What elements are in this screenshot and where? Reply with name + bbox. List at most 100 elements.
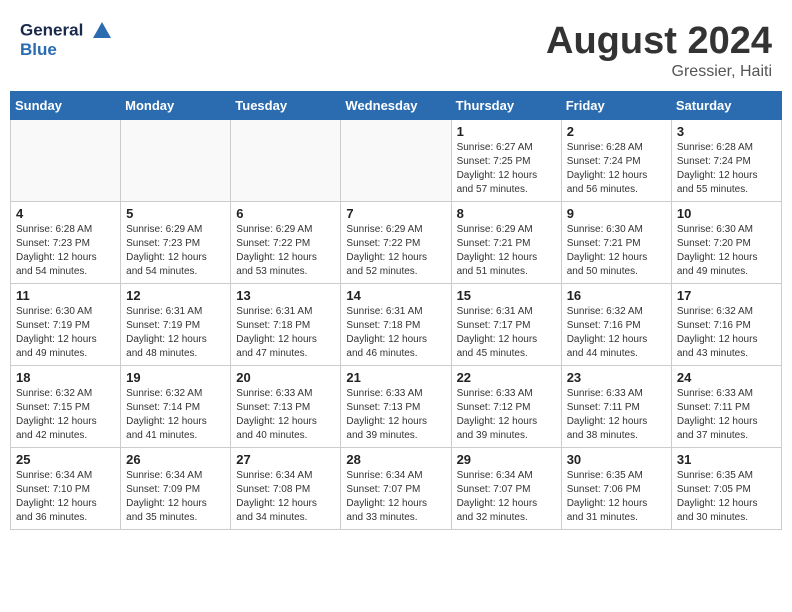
day-of-week-header: Tuesday [231, 92, 341, 120]
day-number: 3 [677, 124, 776, 139]
day-info: Sunrise: 6:32 AM Sunset: 7:16 PM Dayligh… [567, 305, 666, 361]
sunrise-label: Sunrise: 6:31 AM [126, 306, 202, 317]
day-info: Sunrise: 6:28 AM Sunset: 7:24 PM Dayligh… [677, 141, 776, 197]
day-info: Sunrise: 6:35 AM Sunset: 7:05 PM Dayligh… [677, 469, 776, 525]
calendar-cell: 7 Sunrise: 6:29 AM Sunset: 7:22 PM Dayli… [341, 202, 451, 284]
day-info: Sunrise: 6:34 AM Sunset: 7:10 PM Dayligh… [16, 469, 115, 525]
calendar-cell: 6 Sunrise: 6:29 AM Sunset: 7:22 PM Dayli… [231, 202, 341, 284]
day-number: 19 [126, 370, 225, 385]
day-info: Sunrise: 6:31 AM Sunset: 7:19 PM Dayligh… [126, 305, 225, 361]
calendar-cell: 1 Sunrise: 6:27 AM Sunset: 7:25 PM Dayli… [451, 120, 561, 202]
sunset-label: Sunset: 7:10 PM [16, 484, 90, 495]
sunset-label: Sunset: 7:14 PM [126, 402, 200, 413]
day-info: Sunrise: 6:31 AM Sunset: 7:18 PM Dayligh… [346, 305, 445, 361]
day-number: 17 [677, 288, 776, 303]
day-of-week-header: Friday [561, 92, 671, 120]
day-info: Sunrise: 6:34 AM Sunset: 7:08 PM Dayligh… [236, 469, 335, 525]
day-number: 23 [567, 370, 666, 385]
day-info: Sunrise: 6:27 AM Sunset: 7:25 PM Dayligh… [457, 141, 556, 197]
sunset-label: Sunset: 7:18 PM [236, 320, 310, 331]
sunset-label: Sunset: 7:21 PM [567, 238, 641, 249]
day-of-week-header: Sunday [11, 92, 121, 120]
sunrise-label: Sunrise: 6:33 AM [567, 388, 643, 399]
daylight-label: Daylight: 12 hours and 35 minutes. [126, 498, 207, 523]
calendar-cell: 14 Sunrise: 6:31 AM Sunset: 7:18 PM Dayl… [341, 284, 451, 366]
day-number: 8 [457, 206, 556, 221]
daylight-label: Daylight: 12 hours and 57 minutes. [457, 170, 538, 195]
daylight-label: Daylight: 12 hours and 39 minutes. [457, 416, 538, 441]
daylight-label: Daylight: 12 hours and 32 minutes. [457, 498, 538, 523]
calendar-cell: 24 Sunrise: 6:33 AM Sunset: 7:11 PM Dayl… [671, 366, 781, 448]
daylight-label: Daylight: 12 hours and 49 minutes. [677, 252, 758, 277]
sunrise-label: Sunrise: 6:32 AM [567, 306, 643, 317]
sunrise-label: Sunrise: 6:35 AM [677, 470, 753, 481]
title-area: August 2024 Gressier, Haiti [546, 20, 772, 81]
daylight-label: Daylight: 12 hours and 53 minutes. [236, 252, 317, 277]
calendar-cell: 27 Sunrise: 6:34 AM Sunset: 7:08 PM Dayl… [231, 448, 341, 530]
day-info: Sunrise: 6:30 AM Sunset: 7:20 PM Dayligh… [677, 223, 776, 279]
logo: General Blue [20, 20, 113, 60]
sunset-label: Sunset: 7:22 PM [346, 238, 420, 249]
daylight-label: Daylight: 12 hours and 30 minutes. [677, 498, 758, 523]
day-info: Sunrise: 6:33 AM Sunset: 7:13 PM Dayligh… [346, 387, 445, 443]
calendar-week-row: 4 Sunrise: 6:28 AM Sunset: 7:23 PM Dayli… [11, 202, 782, 284]
sunset-label: Sunset: 7:17 PM [457, 320, 531, 331]
day-number: 16 [567, 288, 666, 303]
day-number: 6 [236, 206, 335, 221]
daylight-label: Daylight: 12 hours and 41 minutes. [126, 416, 207, 441]
day-number: 29 [457, 452, 556, 467]
sunset-label: Sunset: 7:18 PM [346, 320, 420, 331]
daylight-label: Daylight: 12 hours and 44 minutes. [567, 334, 648, 359]
daylight-label: Daylight: 12 hours and 42 minutes. [16, 416, 97, 441]
calendar-cell: 28 Sunrise: 6:34 AM Sunset: 7:07 PM Dayl… [341, 448, 451, 530]
day-info: Sunrise: 6:30 AM Sunset: 7:21 PM Dayligh… [567, 223, 666, 279]
sunrise-label: Sunrise: 6:32 AM [16, 388, 92, 399]
sunset-label: Sunset: 7:07 PM [457, 484, 531, 495]
sunrise-label: Sunrise: 6:31 AM [346, 306, 422, 317]
sunrise-label: Sunrise: 6:31 AM [457, 306, 533, 317]
day-number: 15 [457, 288, 556, 303]
day-info: Sunrise: 6:34 AM Sunset: 7:07 PM Dayligh… [457, 469, 556, 525]
sunrise-label: Sunrise: 6:34 AM [126, 470, 202, 481]
sunrise-label: Sunrise: 6:29 AM [236, 224, 312, 235]
calendar-cell: 16 Sunrise: 6:32 AM Sunset: 7:16 PM Dayl… [561, 284, 671, 366]
sunset-label: Sunset: 7:16 PM [567, 320, 641, 331]
calendar-cell: 17 Sunrise: 6:32 AM Sunset: 7:16 PM Dayl… [671, 284, 781, 366]
sunrise-label: Sunrise: 6:30 AM [677, 224, 753, 235]
sunset-label: Sunset: 7:23 PM [126, 238, 200, 249]
calendar-week-row: 25 Sunrise: 6:34 AM Sunset: 7:10 PM Dayl… [11, 448, 782, 530]
calendar-cell: 3 Sunrise: 6:28 AM Sunset: 7:24 PM Dayli… [671, 120, 781, 202]
calendar-cell: 9 Sunrise: 6:30 AM Sunset: 7:21 PM Dayli… [561, 202, 671, 284]
daylight-label: Daylight: 12 hours and 55 minutes. [677, 170, 758, 195]
day-number: 1 [457, 124, 556, 139]
day-info: Sunrise: 6:30 AM Sunset: 7:19 PM Dayligh… [16, 305, 115, 361]
sunrise-label: Sunrise: 6:27 AM [457, 142, 533, 153]
sunrise-label: Sunrise: 6:33 AM [457, 388, 533, 399]
calendar-cell: 2 Sunrise: 6:28 AM Sunset: 7:24 PM Dayli… [561, 120, 671, 202]
calendar-cell: 11 Sunrise: 6:30 AM Sunset: 7:19 PM Dayl… [11, 284, 121, 366]
sunrise-label: Sunrise: 6:32 AM [126, 388, 202, 399]
daylight-label: Daylight: 12 hours and 39 minutes. [346, 416, 427, 441]
daylight-label: Daylight: 12 hours and 33 minutes. [346, 498, 427, 523]
calendar-cell: 29 Sunrise: 6:34 AM Sunset: 7:07 PM Dayl… [451, 448, 561, 530]
sunset-label: Sunset: 7:25 PM [457, 156, 531, 167]
calendar-week-row: 1 Sunrise: 6:27 AM Sunset: 7:25 PM Dayli… [11, 120, 782, 202]
day-info: Sunrise: 6:31 AM Sunset: 7:18 PM Dayligh… [236, 305, 335, 361]
calendar-cell: 19 Sunrise: 6:32 AM Sunset: 7:14 PM Dayl… [121, 366, 231, 448]
calendar-cell [341, 120, 451, 202]
sunset-label: Sunset: 7:21 PM [457, 238, 531, 249]
page-header: General Blue August 2024 Gressier, Haiti [10, 10, 782, 86]
day-number: 24 [677, 370, 776, 385]
day-of-week-header: Monday [121, 92, 231, 120]
calendar-cell: 10 Sunrise: 6:30 AM Sunset: 7:20 PM Dayl… [671, 202, 781, 284]
calendar-cell: 5 Sunrise: 6:29 AM Sunset: 7:23 PM Dayli… [121, 202, 231, 284]
day-info: Sunrise: 6:33 AM Sunset: 7:11 PM Dayligh… [567, 387, 666, 443]
day-info: Sunrise: 6:35 AM Sunset: 7:06 PM Dayligh… [567, 469, 666, 525]
day-info: Sunrise: 6:28 AM Sunset: 7:24 PM Dayligh… [567, 141, 666, 197]
calendar-cell: 31 Sunrise: 6:35 AM Sunset: 7:05 PM Dayl… [671, 448, 781, 530]
sunrise-label: Sunrise: 6:33 AM [677, 388, 753, 399]
sunset-label: Sunset: 7:20 PM [677, 238, 751, 249]
month-title: August 2024 [546, 20, 772, 63]
sunset-label: Sunset: 7:05 PM [677, 484, 751, 495]
day-number: 26 [126, 452, 225, 467]
